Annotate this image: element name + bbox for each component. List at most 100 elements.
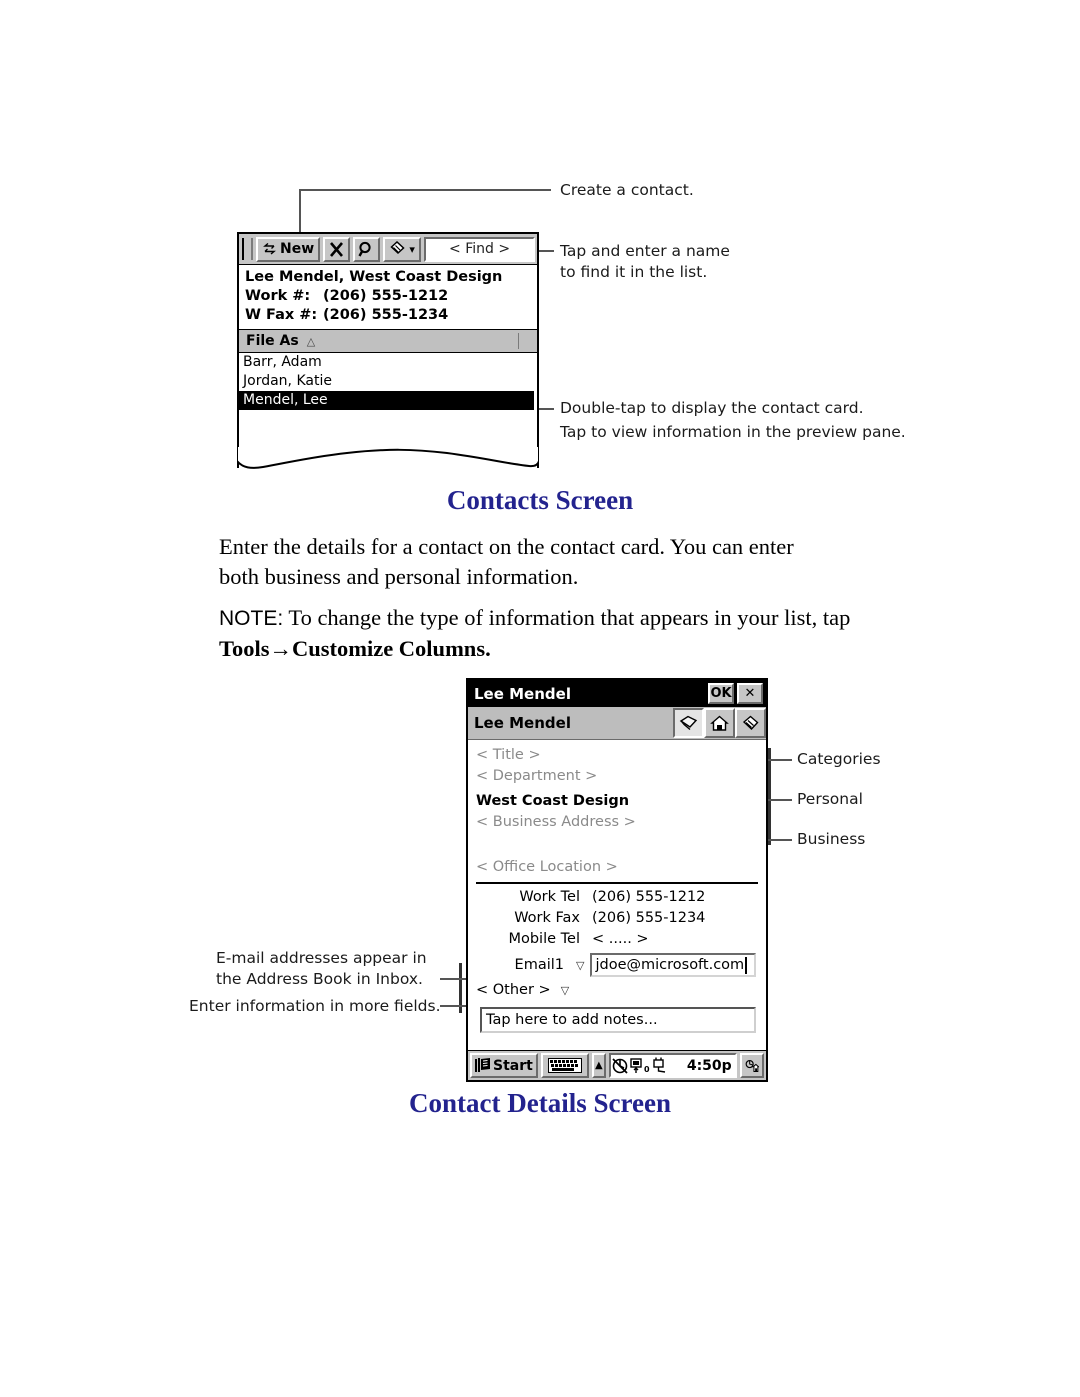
- paragraph-intro: Enter the details for a contact on the c…: [219, 532, 839, 592]
- contact-name-heading: Lee Mendel: [474, 714, 571, 732]
- value-mobile-tel[interactable]: < ..... >: [592, 929, 649, 950]
- details-titlebar: Lee Mendel OK ✕: [468, 680, 766, 707]
- delete-button[interactable]: [323, 236, 351, 262]
- value-work-tel[interactable]: (206) 555-1212: [592, 887, 705, 908]
- label-work-tel: Work Tel: [519, 889, 580, 905]
- contacts-list[interactable]: Barr, Adam Jordan, Katie Mendel, Lee: [239, 353, 537, 449]
- label-other[interactable]: < Other >: [476, 980, 551, 1001]
- row-email1[interactable]: Email1 ▽ jdoe@microsoft.com: [468, 953, 766, 977]
- field-title[interactable]: < Title >: [468, 745, 766, 766]
- row-work-fax[interactable]: Work Fax (206) 555-1234: [468, 908, 766, 929]
- form-divider: [476, 882, 758, 884]
- tools-button[interactable]: ▾: [383, 236, 422, 262]
- field-office-location[interactable]: < Office Location >: [468, 857, 766, 878]
- contact-preview-pane[interactable]: Lee Mendel, West Coast Design Work #: (2…: [239, 265, 537, 330]
- column-file-as[interactable]: File As △: [239, 333, 519, 349]
- note-body: To change the type of information that a…: [283, 605, 851, 630]
- list-item[interactable]: Jordan, Katie: [239, 372, 537, 391]
- row-other[interactable]: < Other > ▽: [468, 980, 766, 1001]
- chevron-down-icon-other[interactable]: ▽: [561, 980, 569, 1001]
- note-period: .: [485, 636, 491, 661]
- contact-details-screenshot: Lee Mendel OK ✕ Lee Mendel < Title > < D…: [466, 678, 768, 1082]
- magnifier-icon: [358, 241, 371, 257]
- start-label: Start: [493, 1057, 533, 1074]
- preview-label-fax: W Fax #:: [245, 307, 318, 323]
- windows-flag-icon: [475, 1058, 490, 1072]
- desktop-icon: [745, 1059, 759, 1072]
- list-column-header[interactable]: File As △: [239, 330, 537, 353]
- preview-value-work: (206) 555-1212: [323, 288, 449, 304]
- list-item[interactable]: Barr, Adam: [239, 353, 537, 372]
- callout-list-line2: Tap to view information in the preview p…: [560, 423, 906, 441]
- taskbar: Start ▲ 0 4:50p: [468, 1050, 766, 1080]
- field-business-address[interactable]: < Business Address >: [468, 812, 766, 833]
- column-file-as-label: File As: [246, 333, 299, 349]
- preview-name: Lee Mendel, West Coast Design: [245, 269, 503, 285]
- paragraph-note: NOTE: To change the type of information …: [219, 603, 859, 664]
- callout-other-fields: Enter information in more fields.: [189, 997, 441, 1015]
- preview-row-fax: W Fax #: (206) 555-1234: [245, 306, 532, 325]
- start-button[interactable]: Start: [470, 1053, 538, 1078]
- find-button[interactable]: [353, 236, 381, 262]
- notes-icon: [742, 715, 759, 730]
- tray-clock: 4:50p: [686, 1057, 732, 1074]
- sort-ascending-icon: △: [306, 334, 316, 348]
- callout-find-line1: Tap and enter a name: [560, 242, 730, 260]
- new-button-label: New: [280, 241, 315, 257]
- text-cursor: [745, 956, 748, 974]
- home-icon: [710, 715, 729, 731]
- desktop-button[interactable]: [739, 1053, 764, 1078]
- contacts-toolbar: New ▾ < Find >: [239, 234, 537, 265]
- keyboard-icon: [547, 1058, 582, 1073]
- email1-input[interactable]: jdoe@microsoft.com: [590, 953, 756, 977]
- arrows-icon: [263, 242, 276, 255]
- row-mobile-tel[interactable]: Mobile Tel < ..... >: [468, 929, 766, 950]
- preview-label-work: Work #:: [245, 288, 311, 304]
- paragraph-intro-text: Enter the details for a contact on the c…: [219, 534, 794, 589]
- leader-spine-right: [768, 748, 771, 845]
- contacts-screenshot: New ▾ < Find > Lee Mendel, West Coast De…: [237, 232, 539, 469]
- keyboard-expand-button[interactable]: ▲: [591, 1053, 606, 1078]
- page-title-contact-details: Contact Details Screen: [409, 1088, 671, 1118]
- torn-edge: [237, 447, 539, 469]
- callout-email-line2: the Address Book in Inbox.: [216, 970, 423, 988]
- email1-value: jdoe@microsoft.com: [595, 956, 745, 973]
- row-work-tel[interactable]: Work Tel (206) 555-1212: [468, 887, 766, 908]
- close-x-icon: [330, 241, 344, 257]
- preview-row-work: Work #: (206) 555-1212: [245, 287, 532, 306]
- ok-button[interactable]: OK: [708, 683, 734, 704]
- tools-icon: [390, 241, 406, 255]
- tray-status-icons: 0: [612, 1057, 665, 1074]
- notes-input[interactable]: Tap here to add notes...: [480, 1007, 756, 1033]
- tools-dropdown-icon[interactable]: ▾: [409, 243, 415, 256]
- label-mobile-tel: Mobile Tel: [508, 931, 580, 947]
- list-item-selected[interactable]: Mendel, Lee: [239, 391, 534, 410]
- svg-text:0: 0: [644, 1065, 650, 1074]
- field-department[interactable]: < Department >: [468, 766, 766, 787]
- leader-create-h: [299, 189, 551, 191]
- callout-categories: Categories: [797, 750, 881, 768]
- note-bold-path: Tools→Customize Columns: [219, 636, 486, 661]
- label-email1: Email1: [514, 956, 564, 973]
- field-company[interactable]: West Coast Design: [468, 791, 766, 812]
- callout-email-line1: E-mail addresses appear in: [216, 949, 427, 967]
- find-input[interactable]: < Find >: [424, 236, 535, 262]
- document-page: Create a contact. Tap and enter a name t…: [0, 0, 1080, 1397]
- value-work-fax[interactable]: (206) 555-1234: [592, 908, 705, 929]
- grip-handle-icon[interactable]: [242, 238, 253, 260]
- tab-personal[interactable]: [704, 708, 735, 738]
- system-tray[interactable]: 0 4:50p: [608, 1053, 737, 1078]
- keyboard-button[interactable]: [540, 1053, 589, 1078]
- tab-business[interactable]: [673, 708, 704, 738]
- titlebar-title: Lee Mendel: [474, 684, 571, 703]
- page-title-contacts: Contacts Screen: [446, 485, 634, 515]
- callout-personal: Personal: [797, 790, 863, 808]
- callout-create-contact: Create a contact.: [560, 181, 694, 199]
- preview-value-fax: (206) 555-1234: [323, 307, 449, 323]
- new-button[interactable]: New: [256, 236, 321, 262]
- callout-list-line1: Double-tap to display the contact card.: [560, 399, 864, 417]
- tab-categories[interactable]: [735, 708, 766, 738]
- callout-find-line2: to find it in the list.: [560, 263, 708, 281]
- chevron-down-icon[interactable]: ▽: [576, 955, 584, 976]
- close-button[interactable]: ✕: [737, 683, 763, 704]
